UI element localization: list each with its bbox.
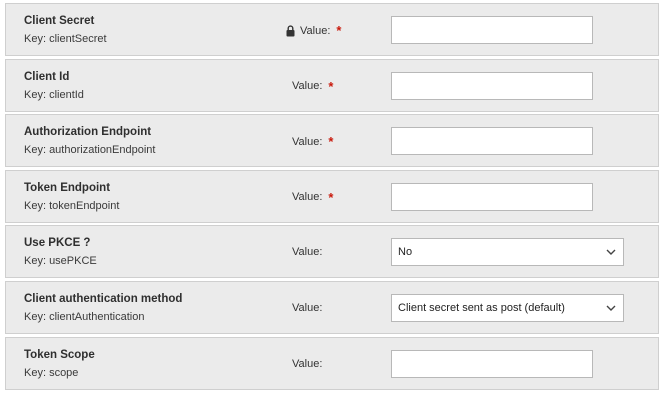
required-marker: * xyxy=(336,23,342,38)
field-key: Key: clientSecret xyxy=(24,33,107,45)
token-endpoint-input[interactable] xyxy=(391,182,593,211)
value-label-group: Value: xyxy=(292,358,322,370)
required-marker: * xyxy=(328,189,334,205)
authorization-endpoint-input[interactable] xyxy=(391,127,593,156)
value-label: Value: xyxy=(292,135,323,148)
field-row-authorization-endpoint: Authorization Endpoint Key: authorizatio… xyxy=(5,114,659,168)
field-key: Key: usePKCE xyxy=(24,255,97,268)
field-row-token-scope: Token Scope Key: scope Value: xyxy=(5,336,659,390)
field-name: Authorization Endpoint xyxy=(24,126,152,139)
field-name: Client Id xyxy=(24,70,70,83)
value-label: Value: xyxy=(292,246,323,259)
field-row-use-pkce: Use PKCE ? Key: usePKCE Value: No xyxy=(5,225,659,279)
field-name: Token Endpoint xyxy=(24,181,111,194)
settings-form: Client Secret Key: clientSecret Value: *… xyxy=(5,3,659,392)
use-pkce-select[interactable]: No xyxy=(391,238,624,267)
field-name: Client authentication method xyxy=(24,292,183,305)
lock-icon xyxy=(285,24,296,37)
field-row-client-secret: Client Secret Key: clientSecret Value: * xyxy=(5,3,659,56)
value-label-group: Value: * xyxy=(292,135,333,148)
field-key: Key: clientId xyxy=(24,88,84,101)
required-marker: * xyxy=(328,134,334,150)
field-row-client-authentication-method: Client authentication method Key: client… xyxy=(5,280,659,334)
select-value: No xyxy=(398,246,413,259)
token-scope-input[interactable] xyxy=(391,349,593,378)
value-label: Value: xyxy=(292,191,323,204)
field-name: Client Secret xyxy=(24,15,95,27)
field-name: Use PKCE ? xyxy=(24,237,91,250)
value-label-group: Value: * xyxy=(285,24,341,37)
value-label: Value: xyxy=(292,301,323,314)
value-label: Value: xyxy=(292,80,323,93)
field-key: Key: authorizationEndpoint xyxy=(24,144,156,157)
value-label-group: Value: * xyxy=(292,80,333,93)
client-authentication-select[interactable]: Client secret sent as post (default) xyxy=(391,293,624,322)
client-id-input[interactable] xyxy=(391,71,593,100)
value-label-group: Value: xyxy=(292,246,322,258)
field-key: Key: tokenEndpoint xyxy=(24,199,120,212)
field-row-client-id: Client Id Key: clientId Value: * xyxy=(5,58,659,112)
chevron-down-icon xyxy=(605,246,617,258)
chevron-down-icon xyxy=(605,302,617,314)
value-label-group: Value: * xyxy=(292,191,333,204)
value-label: Value: xyxy=(292,357,323,370)
value-label: Value: xyxy=(300,24,331,37)
select-value: Client secret sent as post (default) xyxy=(398,301,565,314)
value-label-group: Value: xyxy=(292,302,322,314)
required-marker: * xyxy=(328,78,334,94)
field-row-token-endpoint: Token Endpoint Key: tokenEndpoint Value:… xyxy=(5,169,659,223)
field-name: Token Scope xyxy=(24,348,95,361)
client-secret-input[interactable] xyxy=(391,16,593,44)
field-key: Key: clientAuthentication xyxy=(24,310,145,323)
field-key: Key: scope xyxy=(24,366,79,379)
